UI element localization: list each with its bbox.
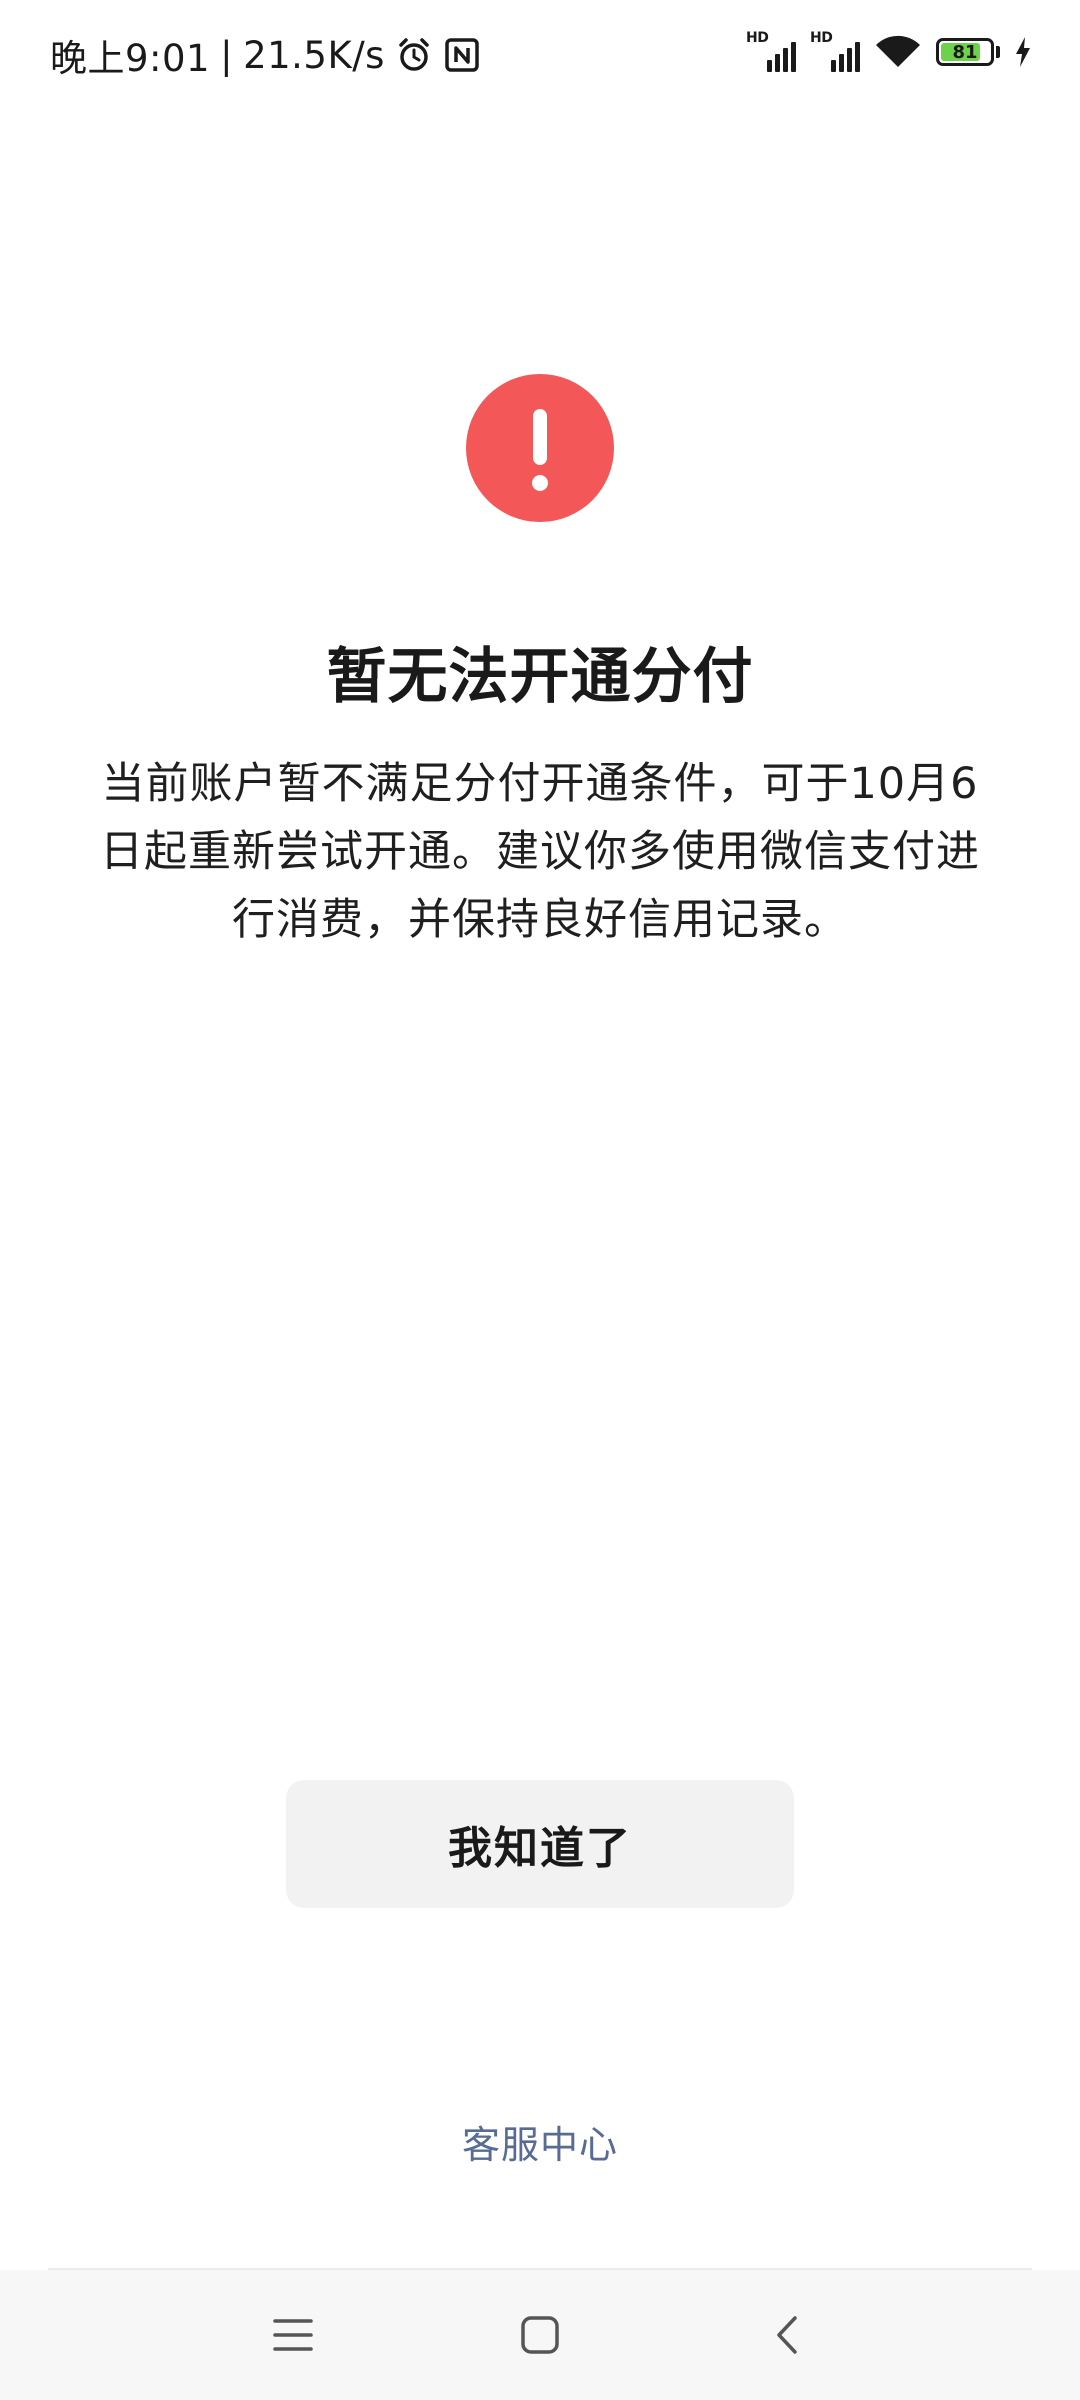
signal-hd-icon: HD	[746, 30, 796, 72]
navigation-bar	[0, 2270, 1080, 2400]
menu-icon	[273, 2319, 313, 2351]
home-button[interactable]	[480, 2270, 600, 2400]
back-button[interactable]	[727, 2270, 847, 2400]
status-bar: 晚上9:01 | 21.5K/s HD HD 81	[0, 0, 1080, 110]
battery-icon: 81	[936, 38, 1000, 66]
alarm-icon	[399, 38, 429, 71]
description-text: 当前账户暂不满足分付开通条件，可于10月6日起重新尝试开通。建议你多使用微信支付…	[100, 759, 980, 945]
network-speed: 21.5K/s	[243, 33, 385, 77]
wifi-icon	[876, 35, 920, 67]
status-time: 晚上9:01	[50, 37, 211, 80]
signal-hd-label: HD	[810, 30, 833, 46]
back-icon	[777, 2316, 797, 2354]
menu-button[interactable]	[233, 2270, 353, 2400]
status-separator: |	[220, 33, 234, 77]
battery-level: 81	[952, 41, 978, 63]
signal-hd-icon: HD	[810, 30, 860, 72]
customer-service-link[interactable]: 客服中心	[0, 2114, 1080, 2169]
status-left: 晚上9:01 | 21.5K/s	[50, 28, 481, 82]
exclamation-circle-icon	[466, 374, 614, 522]
page-title: 暂无法开通分付	[326, 642, 754, 712]
charging-icon	[1016, 37, 1030, 67]
status-right: HD HD 81	[746, 30, 1032, 72]
home-icon	[521, 2316, 559, 2354]
acknowledge-button[interactable]: 我知道了	[286, 1780, 794, 1908]
screen: 晚上9:01 | 21.5K/s HD HD 81 暂无法开通分付 当前账户暂不…	[0, 0, 1080, 2400]
signal-hd-label: HD	[746, 30, 769, 46]
nfc-icon	[445, 38, 479, 72]
